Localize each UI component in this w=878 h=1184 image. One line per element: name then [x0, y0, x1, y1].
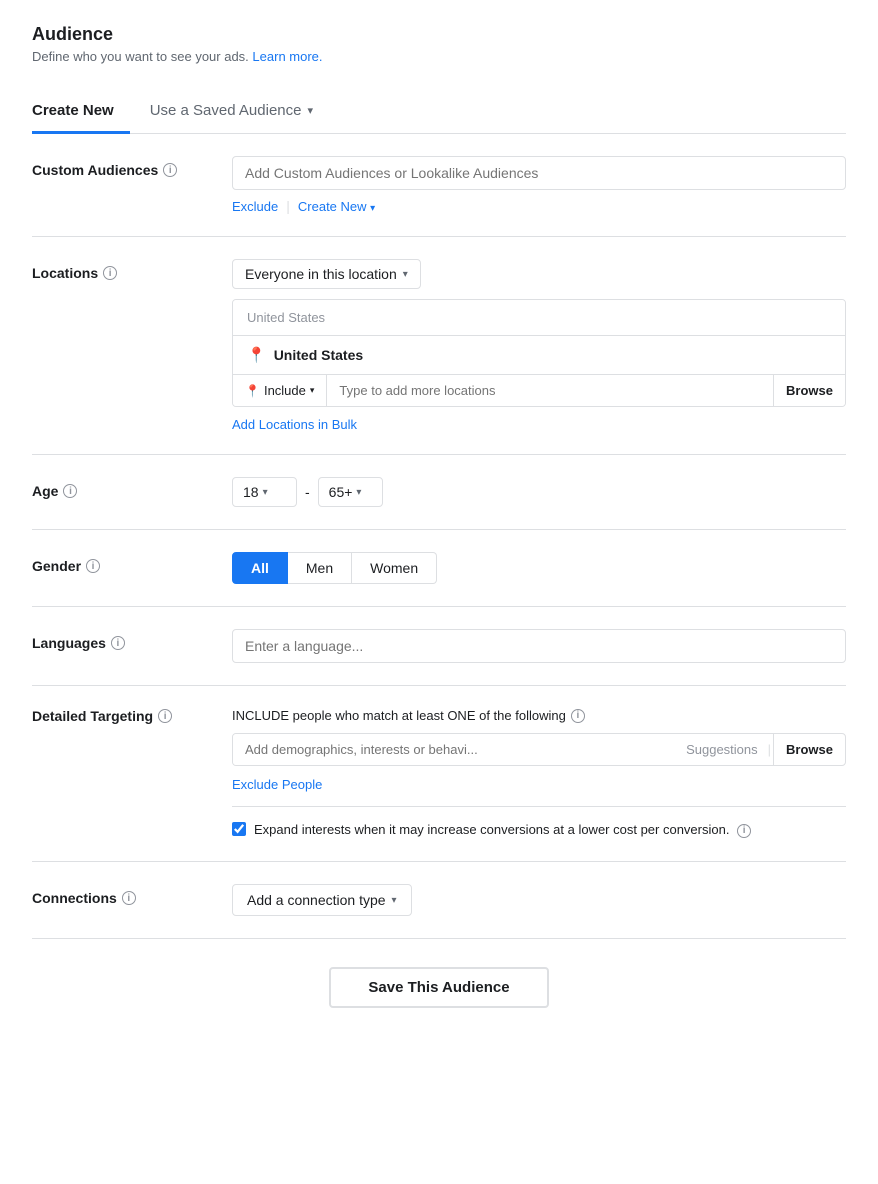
- expand-interests-row: Expand interests when it may increase co…: [232, 806, 846, 839]
- location-include-row: 📍 Include ▾ Browse: [233, 375, 845, 406]
- conn-dropdown-caret-icon: ▾: [392, 895, 397, 906]
- include-dropdown[interactable]: 📍 Include ▾: [233, 375, 327, 406]
- connections-info-icon[interactable]: i: [122, 891, 136, 905]
- age-section: Age i 18 ▾ - 65+ ▾: [32, 455, 846, 530]
- locations-section: Locations i Everyone in this location ▾ …: [32, 237, 846, 455]
- expand-interests-text: Expand interests when it may increase co…: [254, 821, 751, 839]
- gender-label: Gender i: [32, 552, 232, 574]
- expand-info-icon[interactable]: i: [737, 824, 751, 838]
- age-info-icon[interactable]: i: [63, 484, 77, 498]
- dt-suggestions-label: Suggestions: [678, 734, 766, 765]
- pin-icon: 📍: [247, 346, 266, 364]
- location-type-dropdown[interactable]: Everyone in this location ▾: [232, 259, 421, 289]
- dt-label: Detailed Targeting i: [32, 708, 232, 724]
- locations-info-icon[interactable]: i: [103, 266, 117, 280]
- tab-create-new[interactable]: Create New: [32, 92, 130, 134]
- age-row: 18 ▾ - 65+ ▾: [232, 477, 846, 507]
- gender-row: All Men Women: [232, 552, 846, 584]
- add-bulk-link[interactable]: Add Locations in Bulk: [232, 417, 357, 432]
- languages-content: [232, 629, 846, 663]
- languages-input[interactable]: [232, 629, 846, 663]
- age-max-select[interactable]: 65+ ▾: [318, 477, 383, 507]
- dt-browse-button[interactable]: Browse: [773, 734, 845, 765]
- languages-section: Languages i: [32, 607, 846, 686]
- gender-men-button[interactable]: Men: [288, 552, 352, 584]
- create-new-caret-icon: ▾: [370, 203, 375, 214]
- custom-audiences-info-icon[interactable]: i: [163, 163, 177, 177]
- tab-saved-caret-icon: ▾: [307, 104, 313, 117]
- gender-content: All Men Women: [232, 552, 846, 584]
- age-max-caret-icon: ▾: [356, 487, 361, 498]
- include-caret-icon: ▾: [310, 385, 315, 396]
- create-new-link[interactable]: Create New ▾: [298, 199, 375, 214]
- age-content: 18 ▾ - 65+ ▾: [232, 477, 846, 507]
- exclude-people-link[interactable]: Exclude People: [232, 777, 322, 792]
- connections-section: Connections i Add a connection type ▾: [32, 862, 846, 939]
- location-browse-button[interactable]: Browse: [773, 375, 845, 406]
- location-country-label: United States: [233, 300, 845, 336]
- age-label: Age i: [32, 477, 232, 499]
- locations-label: Locations i: [32, 259, 232, 281]
- dt-search-box: Suggestions | Browse: [232, 733, 846, 766]
- age-min-caret-icon: ▾: [263, 487, 268, 498]
- save-section: Save This Audience: [32, 939, 846, 1036]
- dt-description: INCLUDE people who match at least ONE of…: [232, 708, 846, 723]
- connections-content: Add a connection type ▾: [232, 884, 846, 916]
- learn-more-link[interactable]: Learn more.: [252, 49, 322, 64]
- languages-info-icon[interactable]: i: [111, 636, 125, 650]
- save-audience-button[interactable]: Save This Audience: [329, 967, 549, 1008]
- dt-content: INCLUDE people who match at least ONE of…: [232, 708, 846, 839]
- expand-interests-checkbox[interactable]: [232, 822, 246, 836]
- pin-small-icon: 📍: [245, 384, 260, 398]
- custom-audiences-label: Custom Audiences i: [32, 156, 232, 178]
- custom-audiences-input[interactable]: [232, 156, 846, 190]
- location-search-input[interactable]: [327, 375, 773, 406]
- tab-use-saved[interactable]: Use a Saved Audience ▾: [130, 92, 329, 134]
- dt-desc-info-icon[interactable]: i: [571, 709, 585, 723]
- location-dropdown-caret-icon: ▾: [403, 269, 408, 280]
- location-selected-row: 📍 United States: [233, 336, 845, 375]
- dt-header: Detailed Targeting i INCLUDE people who …: [32, 708, 846, 839]
- exclude-link[interactable]: Exclude: [232, 199, 278, 214]
- age-min-select[interactable]: 18 ▾: [232, 477, 297, 507]
- page-title: Audience: [32, 24, 846, 45]
- custom-audiences-section: Custom Audiences i Exclude | Create New …: [32, 134, 846, 237]
- gender-all-button[interactable]: All: [232, 552, 288, 584]
- detailed-targeting-section: Detailed Targeting i INCLUDE people who …: [32, 686, 846, 862]
- connections-label: Connections i: [32, 884, 232, 906]
- dt-search-input[interactable]: [233, 734, 678, 765]
- tabs-row: Create New Use a Saved Audience ▾: [32, 92, 846, 134]
- page-subtitle: Define who you want to see your ads. Lea…: [32, 49, 846, 64]
- locations-content: Everyone in this location ▾ United State…: [232, 259, 846, 432]
- connection-type-dropdown[interactable]: Add a connection type ▾: [232, 884, 412, 916]
- gender-women-button[interactable]: Women: [352, 552, 437, 584]
- page-header: Audience Define who you want to see your…: [32, 24, 846, 64]
- languages-label: Languages i: [32, 629, 232, 651]
- custom-audiences-content: Exclude | Create New ▾: [232, 156, 846, 214]
- location-box: United States 📍 United States 📍 Include …: [232, 299, 846, 407]
- dt-info-icon[interactable]: i: [158, 709, 172, 723]
- audience-links: Exclude | Create New ▾: [232, 198, 846, 214]
- gender-section: Gender i All Men Women: [32, 530, 846, 607]
- gender-info-icon[interactable]: i: [86, 559, 100, 573]
